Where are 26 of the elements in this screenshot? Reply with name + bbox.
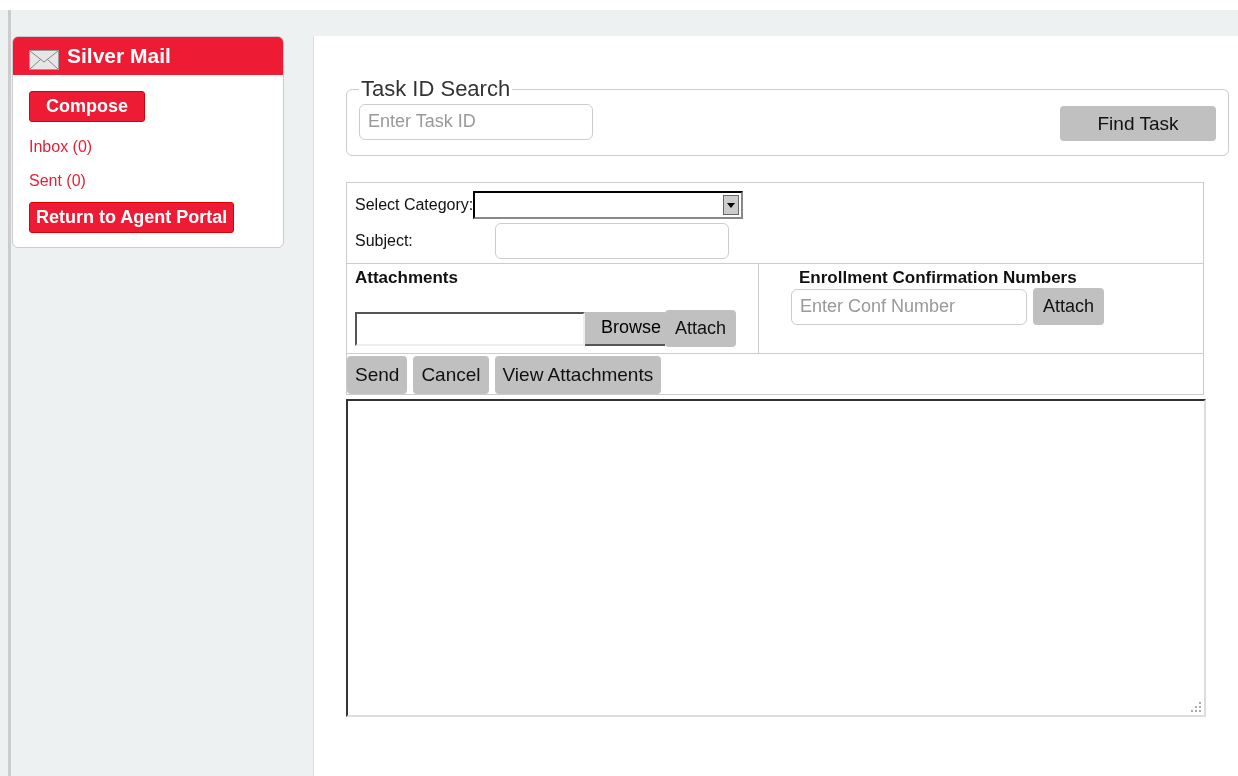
attach-button[interactable]: Attach: [665, 310, 737, 347]
browse-button[interactable]: Browse: [585, 311, 666, 346]
mailbox-link[interactable]: Inbox (0): [29, 138, 93, 156]
action-button[interactable]: View Attachments: [494, 356, 662, 394]
file-path-field[interactable]: [355, 311, 585, 346]
find-task-button[interactable]: Find Task: [1060, 106, 1216, 141]
message-body-field[interactable]: [346, 399, 1206, 717]
action-button[interactable]: Send: [347, 356, 408, 394]
subject-field[interactable]: [495, 223, 729, 259]
attachments-heading: Attachments: [355, 268, 459, 288]
field-label: Subject:: [355, 232, 414, 250]
envelope-icon: [29, 50, 59, 70]
mailbox-link[interactable]: Sent (0): [29, 172, 86, 190]
category-dropdown[interactable]: [473, 191, 744, 219]
return-portal-button[interactable]: Return to Agent Portal: [29, 202, 235, 233]
task-search-legend: Task ID Search: [359, 76, 513, 102]
caret-icon: [727, 202, 736, 208]
conf-number-field[interactable]: Enter Conf Number: [791, 288, 1027, 325]
resize-grip-icon: [1191, 702, 1201, 712]
action-button[interactable]: Cancel: [413, 356, 489, 394]
field-label: Select Category:: [355, 196, 474, 214]
compose-button[interactable]: Compose: [29, 91, 145, 122]
task-id-field[interactable]: Enter Task ID: [359, 103, 593, 140]
enrollment-heading: Enrollment Confirmation Numbers: [798, 268, 1078, 288]
sidebar-title: Silver Mail: [67, 44, 171, 68]
attach-button[interactable]: Attach: [1033, 288, 1105, 325]
